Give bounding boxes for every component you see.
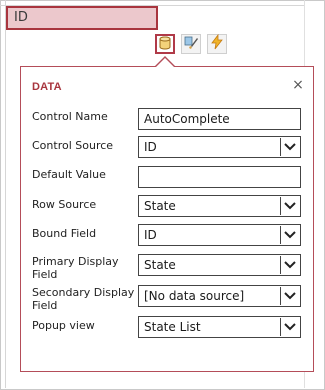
data-properties-popup: DATA × Control Name AutoComplete Control…	[20, 66, 314, 372]
bound-field-label: Bound Field	[32, 227, 97, 240]
row-source-value: State	[144, 199, 176, 213]
data-cylinder-icon	[158, 35, 172, 54]
default-value-label: Default Value	[32, 168, 106, 181]
chevron-down-icon[interactable]	[280, 226, 299, 244]
control-name-input[interactable]: AutoComplete	[138, 108, 301, 130]
secondary-display-field-value: [No data source]	[144, 289, 245, 303]
chevron-down-icon[interactable]	[280, 318, 299, 336]
selected-id-control[interactable]: ID	[6, 6, 158, 30]
formatting-button[interactable]	[181, 34, 201, 54]
popup-view-dropdown[interactable]: State List	[138, 316, 301, 338]
chevron-down-icon[interactable]	[280, 287, 299, 305]
popup-title: DATA	[32, 81, 62, 93]
control-source-value: ID	[144, 140, 157, 154]
close-icon[interactable]: ×	[291, 77, 305, 93]
primary-display-field-dropdown[interactable]: State	[138, 254, 301, 276]
popup-view-value: State List	[144, 320, 201, 334]
bound-field-dropdown[interactable]: ID	[138, 224, 301, 246]
primary-display-field-value: State	[144, 258, 176, 272]
secondary-display-field-dropdown[interactable]: [No data source]	[138, 285, 301, 307]
control-source-dropdown[interactable]: ID	[138, 136, 301, 158]
chevron-down-icon[interactable]	[280, 256, 299, 274]
popup-view-label: Popup view	[32, 319, 95, 332]
left-guide-line	[0, 0, 6, 388]
chevron-down-icon[interactable]	[280, 138, 299, 156]
primary-display-field-label: Primary Display Field	[32, 255, 119, 281]
row-source-dropdown[interactable]: State	[138, 195, 301, 217]
row-source-label: Row Source	[32, 198, 97, 211]
data-button[interactable]	[155, 34, 175, 54]
actions-button[interactable]	[207, 33, 227, 54]
control-source-label: Control Source	[32, 139, 114, 152]
actions-lightning-icon	[210, 33, 224, 54]
control-name-label: Control Name	[32, 110, 108, 123]
bound-field-value: ID	[144, 228, 157, 242]
popup-pointer-fill	[155, 58, 175, 68]
formatting-brush-icon	[183, 34, 199, 54]
chevron-down-icon[interactable]	[280, 197, 299, 215]
selected-control-label: ID	[14, 10, 28, 25]
secondary-display-field-label: Secondary Display Field	[32, 286, 135, 312]
default-value-input[interactable]	[138, 166, 301, 188]
